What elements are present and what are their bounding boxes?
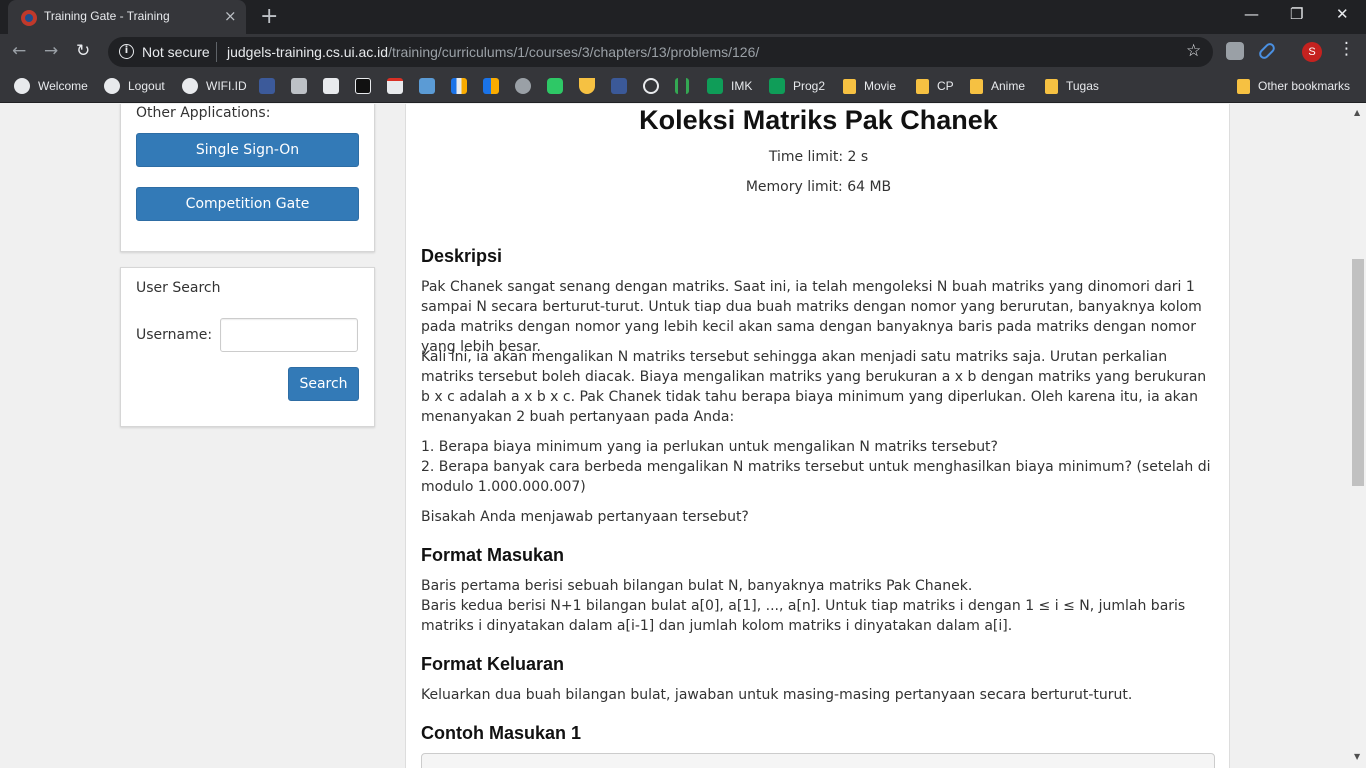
browser-tab[interactable]: Training Gate - Training × [8,0,246,34]
bookmark-code-icon[interactable] [675,78,689,94]
info-icon[interactable]: i [119,44,134,59]
bookmark-chart-icon[interactable] [451,78,467,94]
question-1: 1. Berapa biaya minimum yang ia perlukan… [421,439,998,455]
user-search-title: User Search [136,280,221,296]
url-host: judgels-training.cs.ui.ac.id [227,44,389,60]
extension-chat-icon[interactable] [1226,42,1244,60]
page-scrollbar[interactable]: ▲ ▼ [1350,104,1366,768]
description-heading: Deskripsi [421,246,503,266]
sheets-icon [707,78,723,94]
output-format-text: Keluarkan dua buah bilangan bulat, jawab… [421,687,1133,703]
bookmark-hackerrank-icon[interactable] [547,78,563,94]
folder-icon [970,78,983,94]
description-paragraph-2: Kali ini, ia akan mengalikan N matriks t… [421,349,1207,425]
scrollbar-thumb[interactable] [1352,259,1364,486]
bookmark-del-icon[interactable] [259,78,275,94]
sheets-icon [769,78,785,94]
globe-icon [182,78,198,94]
bookmark-prog2[interactable]: Prog2 [769,77,825,95]
window-close-icon[interactable]: ✕ [1336,5,1349,23]
bookmark-wifi-id[interactable]: WIFI.ID [182,77,247,95]
problem-content: Koleksi Matriks Pak Chanek Time limit: 2… [405,104,1230,768]
other-apps-label: Other Applications: [136,105,271,121]
input-format-heading: Format Masukan [421,545,565,565]
description-paragraph-3: Bisakah Anda menjawab pertanyaan tersebu… [421,509,749,525]
other-apps-panel: Other Applications: Single Sign-On Compe… [120,104,375,252]
memory-limit: Memory limit: 64 MB [745,179,892,195]
description-paragraph-1: Pak Chanek sangat senang dengan matriks.… [421,279,1202,355]
profile-avatar[interactable]: S [1302,42,1322,62]
extension-link-icon[interactable] [1257,41,1277,61]
user-search-panel: User Search Username: Search [120,267,375,427]
folder-icon [1045,78,1058,94]
single-sign-on-button[interactable]: Single Sign-On [136,133,359,167]
url-text[interactable]: judgels-training.cs.ui.ac.id/training/cu… [227,44,759,60]
page-viewport: Other Applications: Single Sign-On Compe… [0,104,1350,768]
folder-icon [916,78,929,94]
new-tab-button[interactable]: + [260,4,278,29]
input-format-line-1: Baris pertama berisi sebuah bilangan bul… [421,578,973,594]
globe-icon [104,78,120,94]
folder-icon [843,78,856,94]
reload-icon[interactable]: ↻ [76,41,90,61]
restore-icon[interactable]: ❐ [1290,5,1303,23]
browser-menu-icon[interactable]: ⋮ [1338,39,1355,59]
input-format-line-2: Baris kedua berisi N+1 bilangan bulat a[… [421,598,1186,634]
tab-close-icon[interactable]: × [224,7,237,25]
bookmark-gamepad-icon[interactable] [515,78,531,94]
bookmark-logout[interactable]: Logout [104,77,165,95]
scroll-up-arrow-icon[interactable]: ▲ [1354,108,1360,117]
problem-title: Koleksi Matriks Pak Chanek [639,105,998,135]
time-limit: Time limit: 2 s [768,149,869,165]
bookmark-star-icon[interactable]: ☆ [1186,41,1201,61]
url-path: /training/curriculums/1/courses/3/chapte… [388,44,760,60]
bookmark-e-icon[interactable] [291,78,307,94]
sample-input-heading: Contoh Masukan 1 [421,723,582,743]
bookmark-tugas[interactable]: Tugas [1045,77,1099,95]
globe-icon [14,78,30,94]
tab-strip: Training Gate - Training × + — ❐ ✕ [0,0,1366,34]
bookmark-cp[interactable]: CP [916,77,954,95]
bookmark-welcome[interactable]: Welcome [14,77,88,95]
username-input[interactable] [220,318,358,352]
folder-icon [1237,78,1250,94]
bookmark-fn-icon[interactable] [323,78,339,94]
minimize-icon[interactable]: — [1244,5,1259,23]
bookmark-facebook-icon[interactable] [611,78,627,94]
scroll-down-arrow-icon[interactable]: ▼ [1354,752,1360,761]
site-favicon-icon [21,10,37,26]
question-2: 2. Berapa banyak cara berbeda mengalikan… [421,459,1211,495]
search-button[interactable]: Search [288,367,359,401]
forward-icon[interactable]: → [44,41,58,61]
bookmark-g-icon[interactable] [643,78,659,94]
bookmark-gmail-icon[interactable] [387,78,403,94]
competition-gate-button[interactable]: Competition Gate [136,187,359,221]
bookmark-movie[interactable]: Movie [843,77,896,95]
bookmark-anime[interactable]: Anime [970,77,1025,95]
sample-input-box [421,753,1215,768]
bookmark-cube-icon[interactable] [419,78,435,94]
back-icon[interactable]: ← [12,41,26,61]
username-label: Username: [136,327,213,343]
bookmark-imk[interactable]: IMK [707,77,752,95]
url-divider [216,42,217,62]
bookmarks-bar: Welcome Logout WIFI.ID IMK Prog2 Movie C… [0,70,1366,103]
bookmark-drive-icon[interactable] [483,78,499,94]
bookmark-other[interactable]: Other bookmarks [1237,77,1350,95]
security-label[interactable]: Not secure [142,44,210,60]
browser-toolbar: ← → ↻ i Not secure judgels-training.cs.u… [0,34,1366,70]
bookmark-trophy-icon[interactable] [579,78,595,94]
tab-title: Training Gate - Training [44,9,170,23]
bookmark-medium-icon[interactable] [355,78,371,94]
address-bar[interactable]: i Not secure judgels-training.cs.ui.ac.i… [108,37,1213,67]
output-format-heading: Format Keluaran [421,654,565,674]
